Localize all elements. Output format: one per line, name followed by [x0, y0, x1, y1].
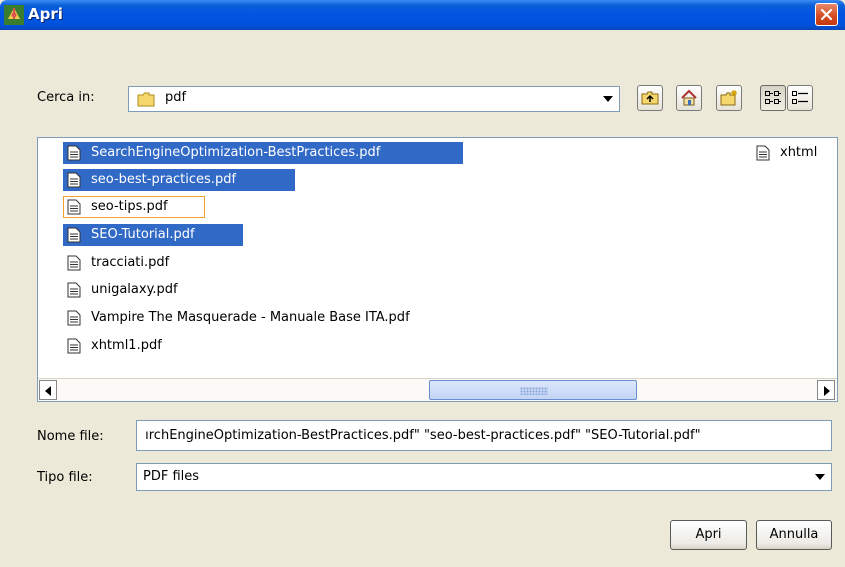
- list-view-icon: [765, 91, 781, 104]
- file-item[interactable]: SEO-Tutorial.pdf: [63, 224, 243, 246]
- file-icon: [756, 145, 770, 161]
- title-bar[interactable]: Apri: [0, 0, 845, 30]
- close-icon: [820, 8, 833, 21]
- up-folder-button[interactable]: [637, 85, 663, 111]
- file-item[interactable]: xhtml: [752, 142, 837, 164]
- file-name: xhtml1.pdf: [91, 338, 162, 353]
- open-button[interactable]: Apri: [670, 520, 747, 550]
- arrow-right-icon: [824, 386, 830, 396]
- file-list[interactable]: SearchEngineOptimization-BestPractices.p…: [37, 137, 838, 402]
- horizontal-scrollbar[interactable]: [38, 378, 837, 401]
- file-item[interactable]: tracciati.pdf: [63, 252, 263, 274]
- file-icon: [67, 227, 81, 243]
- file-name: seo-best-practices.pdf: [91, 172, 237, 187]
- java-app-icon: [4, 5, 24, 25]
- close-button[interactable]: [815, 3, 838, 26]
- file-name: Vampire The Masquerade - Manuale Base IT…: [91, 310, 410, 325]
- arrow-left-icon: [45, 386, 51, 396]
- lookin-label: Cerca in:: [37, 90, 95, 105]
- home-button[interactable]: [676, 85, 702, 111]
- grip-icon: [520, 387, 548, 395]
- new-folder-button[interactable]: [716, 85, 742, 111]
- lookin-value: pdf: [165, 90, 187, 105]
- folder-icon: [137, 92, 155, 107]
- scroll-thumb[interactable]: [429, 380, 637, 400]
- file-item[interactable]: seo-best-practices.pdf: [63, 169, 295, 191]
- file-item[interactable]: Vampire The Masquerade - Manuale Base IT…: [63, 307, 533, 329]
- chevron-down-icon[interactable]: [603, 96, 613, 102]
- filetype-value: PDF files: [143, 469, 200, 484]
- file-icon: [67, 172, 81, 188]
- file-icon: [67, 310, 81, 326]
- chevron-down-icon[interactable]: [815, 474, 825, 480]
- file-item[interactable]: SearchEngineOptimization-BestPractices.p…: [63, 142, 463, 164]
- cancel-button[interactable]: Annulla: [756, 520, 832, 550]
- file-name: tracciati.pdf: [91, 255, 170, 270]
- list-view-button[interactable]: [760, 85, 786, 111]
- file-name: SearchEngineOptimization-BestPractices.p…: [91, 145, 381, 160]
- filename-input[interactable]: ırchEngineOptimization-BestPractices.pdf…: [136, 420, 832, 451]
- file-item[interactable]: unigalaxy.pdf: [63, 279, 263, 301]
- filetype-combo[interactable]: PDF files: [136, 463, 832, 491]
- filename-label: Nome file:: [37, 429, 104, 444]
- file-icon: [67, 255, 81, 271]
- file-icon: [67, 282, 81, 298]
- file-icon: [67, 145, 81, 161]
- scroll-left-button[interactable]: [39, 380, 57, 400]
- file-icon: [67, 199, 81, 215]
- home-icon: [681, 89, 697, 106]
- file-name: seo-tips.pdf: [91, 199, 168, 214]
- scroll-right-button[interactable]: [817, 380, 835, 400]
- file-icon: [67, 338, 81, 354]
- file-name: SEO-Tutorial.pdf: [91, 227, 195, 242]
- window-title: Apri: [28, 5, 63, 23]
- details-view-button[interactable]: [787, 85, 813, 111]
- new-folder-icon: [720, 90, 737, 106]
- open-dialog: Apri Cerca in: pdf SearchEngineOptimizat…: [0, 0, 845, 567]
- file-item[interactable]: xhtml1.pdf: [63, 335, 263, 357]
- file-name: unigalaxy.pdf: [91, 282, 178, 297]
- details-view-icon: [792, 91, 808, 104]
- filename-value: ırchEngineOptimization-BestPractices.pdf…: [141, 428, 701, 443]
- up-folder-icon: [641, 91, 659, 105]
- file-item[interactable]: seo-tips.pdf: [63, 196, 205, 218]
- lookin-combo[interactable]: pdf: [128, 86, 620, 112]
- file-name: xhtml: [780, 145, 818, 160]
- filetype-label: Tipo file:: [37, 470, 93, 485]
